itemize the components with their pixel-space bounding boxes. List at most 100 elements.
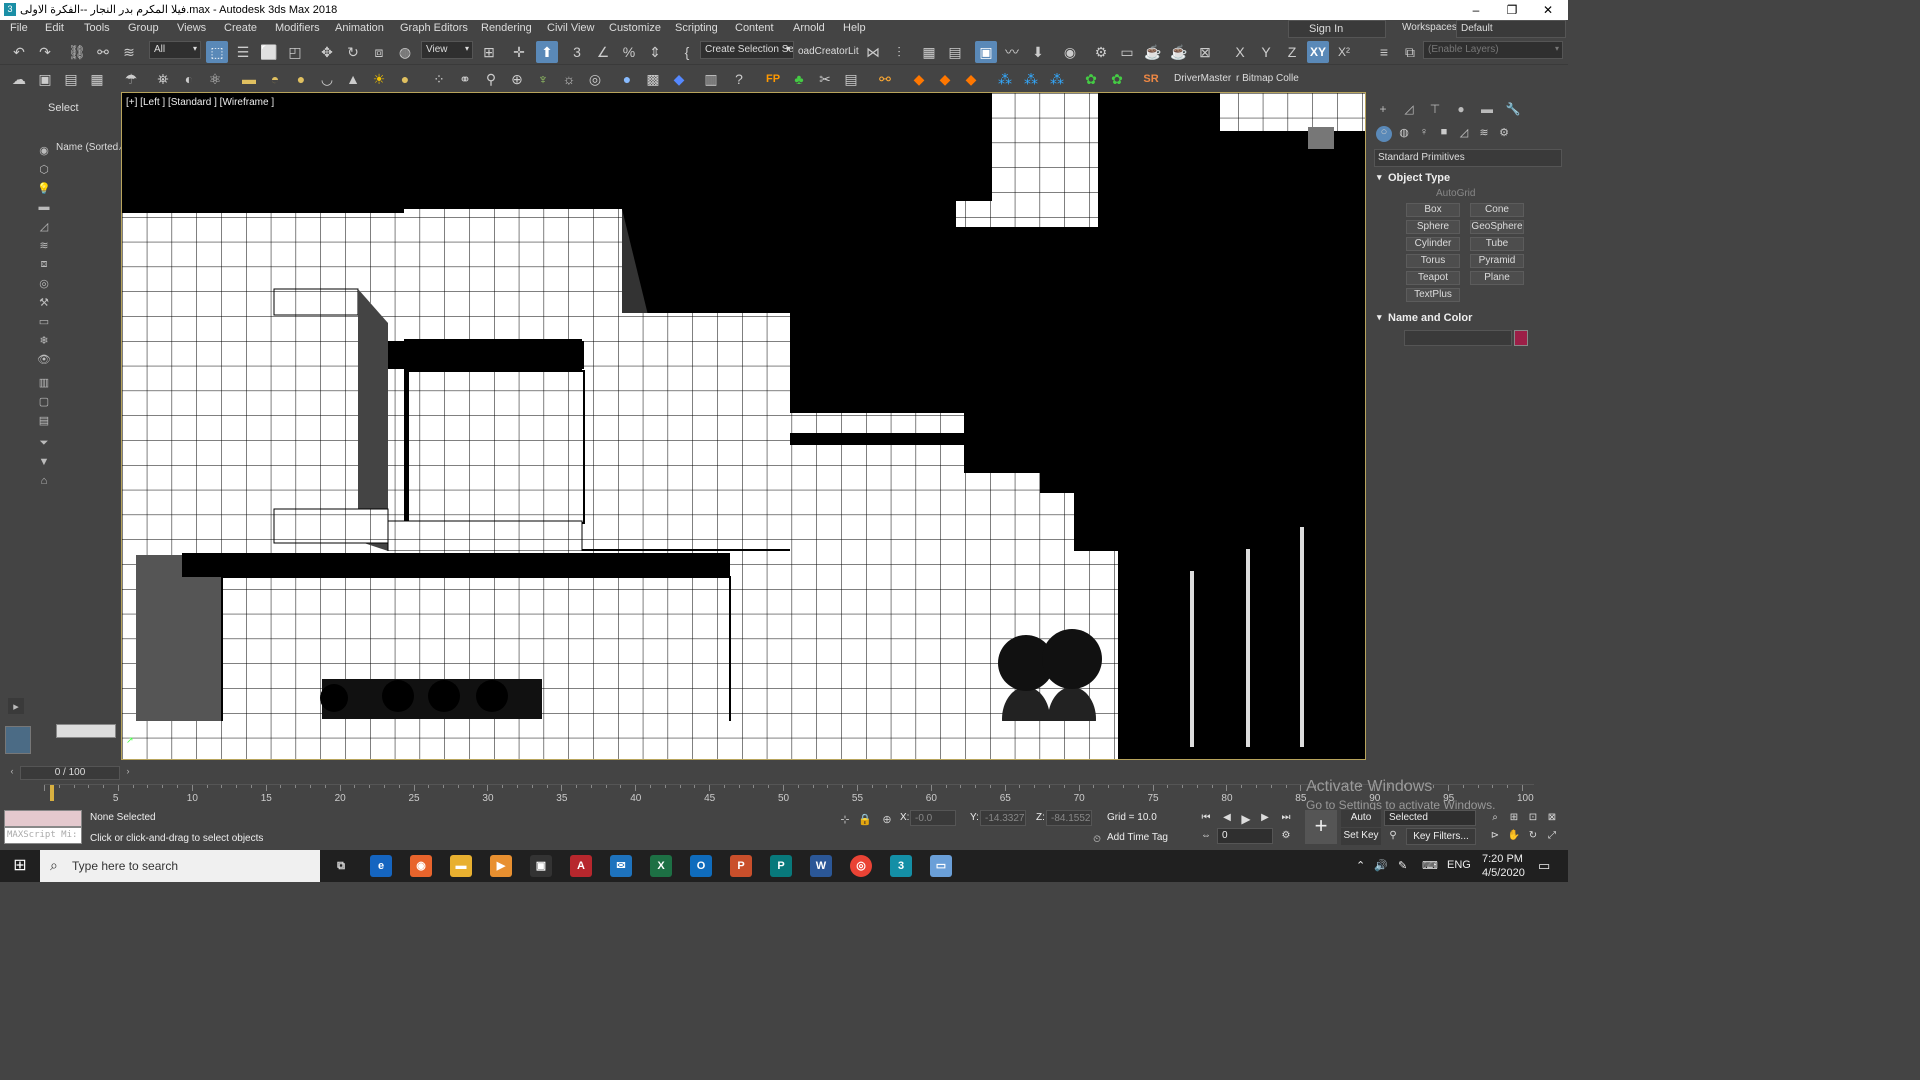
redo-icon[interactable]: ↷ (34, 41, 56, 63)
help-icon[interactable]: ? (728, 68, 750, 90)
table-icon[interactable]: ▦ (86, 68, 108, 90)
x-coord-field[interactable]: -0.0 (910, 810, 956, 826)
chrome-icon[interactable]: ◎ (850, 855, 872, 877)
current-frame-marker[interactable] (50, 785, 54, 801)
lights-icon[interactable]: ♀ (1416, 126, 1432, 142)
auto-key-button[interactable]: Auto Key (1341, 810, 1381, 839)
display-frozen-icon[interactable]: ❄ (36, 332, 52, 348)
key-filters-button[interactable]: Key Filters... (1406, 828, 1476, 845)
restore-button[interactable]: ❐ (1494, 1, 1530, 19)
layers-dropdown[interactable]: (Enable Layers) (1423, 41, 1563, 59)
isolate-icon[interactable]: ⊹ (834, 808, 856, 830)
clock-date[interactable]: 4/5/2020 (1482, 867, 1525, 879)
display-containers-icon[interactable]: ▭ (36, 313, 52, 329)
sphere-shape-icon[interactable]: ● (290, 68, 312, 90)
snaps-toggle-icon[interactable]: 3 (566, 41, 588, 63)
textplus-button[interactable]: TextPlus (1406, 288, 1460, 302)
window-app-icon[interactable]: ▭ (930, 855, 952, 877)
set-key-big-button[interactable]: + (1305, 810, 1337, 844)
plane-button[interactable]: Plane (1470, 271, 1524, 285)
zoom-icon[interactable]: ⌕ (1488, 812, 1502, 826)
z-coord-field[interactable]: -84.1552 (1046, 810, 1092, 826)
rendered-frame-icon[interactable]: ▭ (1116, 41, 1138, 63)
tripod-icon[interactable]: ⚲ (480, 68, 502, 90)
cylinder-button[interactable]: Cylinder (1406, 237, 1460, 251)
filter-funnel-icon[interactable]: ⏷ (36, 435, 52, 451)
maxscript-listener-output[interactable] (4, 810, 82, 827)
named-selection-sets-dropdown[interactable]: Create Selection Se (700, 41, 794, 59)
keyboard-shortcut-override-icon[interactable]: ⬆ (536, 41, 558, 63)
material-editor-icon[interactable]: ◉ (1059, 41, 1081, 63)
scene-explorer-icon[interactable]: ▣ (975, 41, 997, 63)
time-tag-icon[interactable]: ⏲ (1086, 828, 1108, 850)
render-iterative-icon[interactable]: ☕ (1168, 41, 1190, 63)
menu-civil-view[interactable]: Civil View (547, 22, 594, 34)
key-selection-dropdown[interactable]: Selected (1384, 810, 1476, 826)
name-and-color-rollout[interactable]: Name and Color (1374, 312, 1562, 328)
select-object-icon[interactable]: ⬚ (206, 41, 228, 63)
create-tab-icon[interactable]: + (1374, 102, 1392, 118)
time-slider[interactable]: 0 / 100 (20, 766, 120, 780)
display-invert-icon[interactable]: ▤ (36, 412, 52, 428)
sr-button[interactable]: SR (1140, 68, 1162, 90)
display-cameras-icon[interactable]: ▬ (36, 199, 52, 215)
light-icon[interactable]: ☂ (120, 68, 142, 90)
word-icon[interactable]: W (810, 855, 832, 877)
rotate-icon[interactable]: ↻ (342, 41, 364, 63)
mirror-icon[interactable]: ⋈ (862, 41, 884, 63)
pyramid-button[interactable]: Pyramid (1470, 254, 1524, 268)
list-icon[interactable]: ▤ (840, 68, 862, 90)
minimize-button[interactable]: – (1458, 1, 1494, 19)
unlink-icon[interactable]: ⚯ (92, 41, 114, 63)
filter-icon[interactable]: ▼ (36, 454, 52, 470)
store-icon[interactable]: ▣ (530, 855, 552, 877)
zoom-all-icon[interactable]: ⊞ (1507, 812, 1521, 826)
display-xrefs-icon[interactable]: ◎ (36, 275, 52, 291)
dome-shape-icon[interactable]: ◓ (264, 68, 286, 90)
access-icon[interactable]: A (570, 855, 592, 877)
scale-icon[interactable]: ⧈ (368, 41, 390, 63)
box-button[interactable]: Box (1406, 203, 1460, 217)
open-icon[interactable]: ☁ (8, 68, 30, 90)
percent-snap-icon[interactable]: % (618, 41, 640, 63)
sun-icon[interactable]: ☀ (368, 68, 390, 90)
bind-spacewarp-icon[interactable]: ≋ (118, 41, 140, 63)
toggle-ribbon-icon[interactable]: ▤ (944, 41, 966, 63)
pen-icon[interactable]: ✎ (1398, 859, 1407, 872)
display-groups-icon[interactable]: ⧈ (36, 256, 52, 272)
doc-icon[interactable]: ▤ (60, 68, 82, 90)
name-sorted-column[interactable]: Name (Sorted ⁄ (56, 142, 123, 153)
display-lights-icon[interactable]: 💡 (36, 180, 52, 196)
previous-frame-icon[interactable]: ◀ (1220, 812, 1234, 826)
sound-icon[interactable]: ◐ (178, 68, 200, 90)
bitmap-collector-label[interactable]: r Bitmap Colle (1236, 73, 1299, 84)
start-button[interactable]: ⊞ (0, 850, 40, 882)
geosphere-button[interactable]: GeoSphere (1470, 220, 1524, 234)
y-coord-field[interactable]: -14.3327 (980, 810, 1026, 826)
spacewarps-icon[interactable]: ≋ (1476, 126, 1492, 142)
add-time-tag-button[interactable]: Add Time Tag (1107, 832, 1168, 843)
menu-customize[interactable]: Customize (609, 22, 661, 34)
object-type-rollout[interactable]: Object Type (1374, 172, 1562, 188)
workspaces-dropdown[interactable]: Default (1456, 20, 1566, 38)
absolute-mode-icon[interactable]: ⊕ (876, 808, 898, 830)
firefox-icon[interactable]: ◉ (410, 855, 432, 877)
orbit-icon[interactable]: ↻ (1526, 830, 1540, 844)
time-config-icon[interactable]: ⚙ (1279, 830, 1293, 844)
cameras-icon[interactable]: ■ (1436, 126, 1452, 142)
schematic-view-icon[interactable]: ⬇ (1027, 41, 1049, 63)
camera-icon[interactable]: ⛯ (152, 68, 174, 90)
edit-named-selection-icon[interactable]: { (676, 41, 698, 63)
link-icon[interactable]: ⛓ (66, 41, 88, 63)
systems-icon[interactable]: ⚙ (1496, 126, 1512, 142)
layer-explorer-icon[interactable]: ▦ (918, 41, 940, 63)
layers-icon[interactable]: ≡ (1373, 41, 1395, 63)
modify-tab-icon[interactable]: ◿ (1400, 102, 1418, 118)
hierarchy-tab-icon[interactable]: ⊤ (1426, 102, 1444, 118)
horizontal-scrollbar[interactable] (56, 724, 116, 738)
chain-icon[interactable]: ⚯ (874, 68, 896, 90)
display-none-icon[interactable]: ▢ (36, 393, 52, 409)
notifications-icon[interactable]: ▭ (1538, 858, 1550, 874)
angle-snap-icon[interactable]: ∠ (592, 41, 614, 63)
railclone-icon-2[interactable]: ◆ (934, 68, 956, 90)
